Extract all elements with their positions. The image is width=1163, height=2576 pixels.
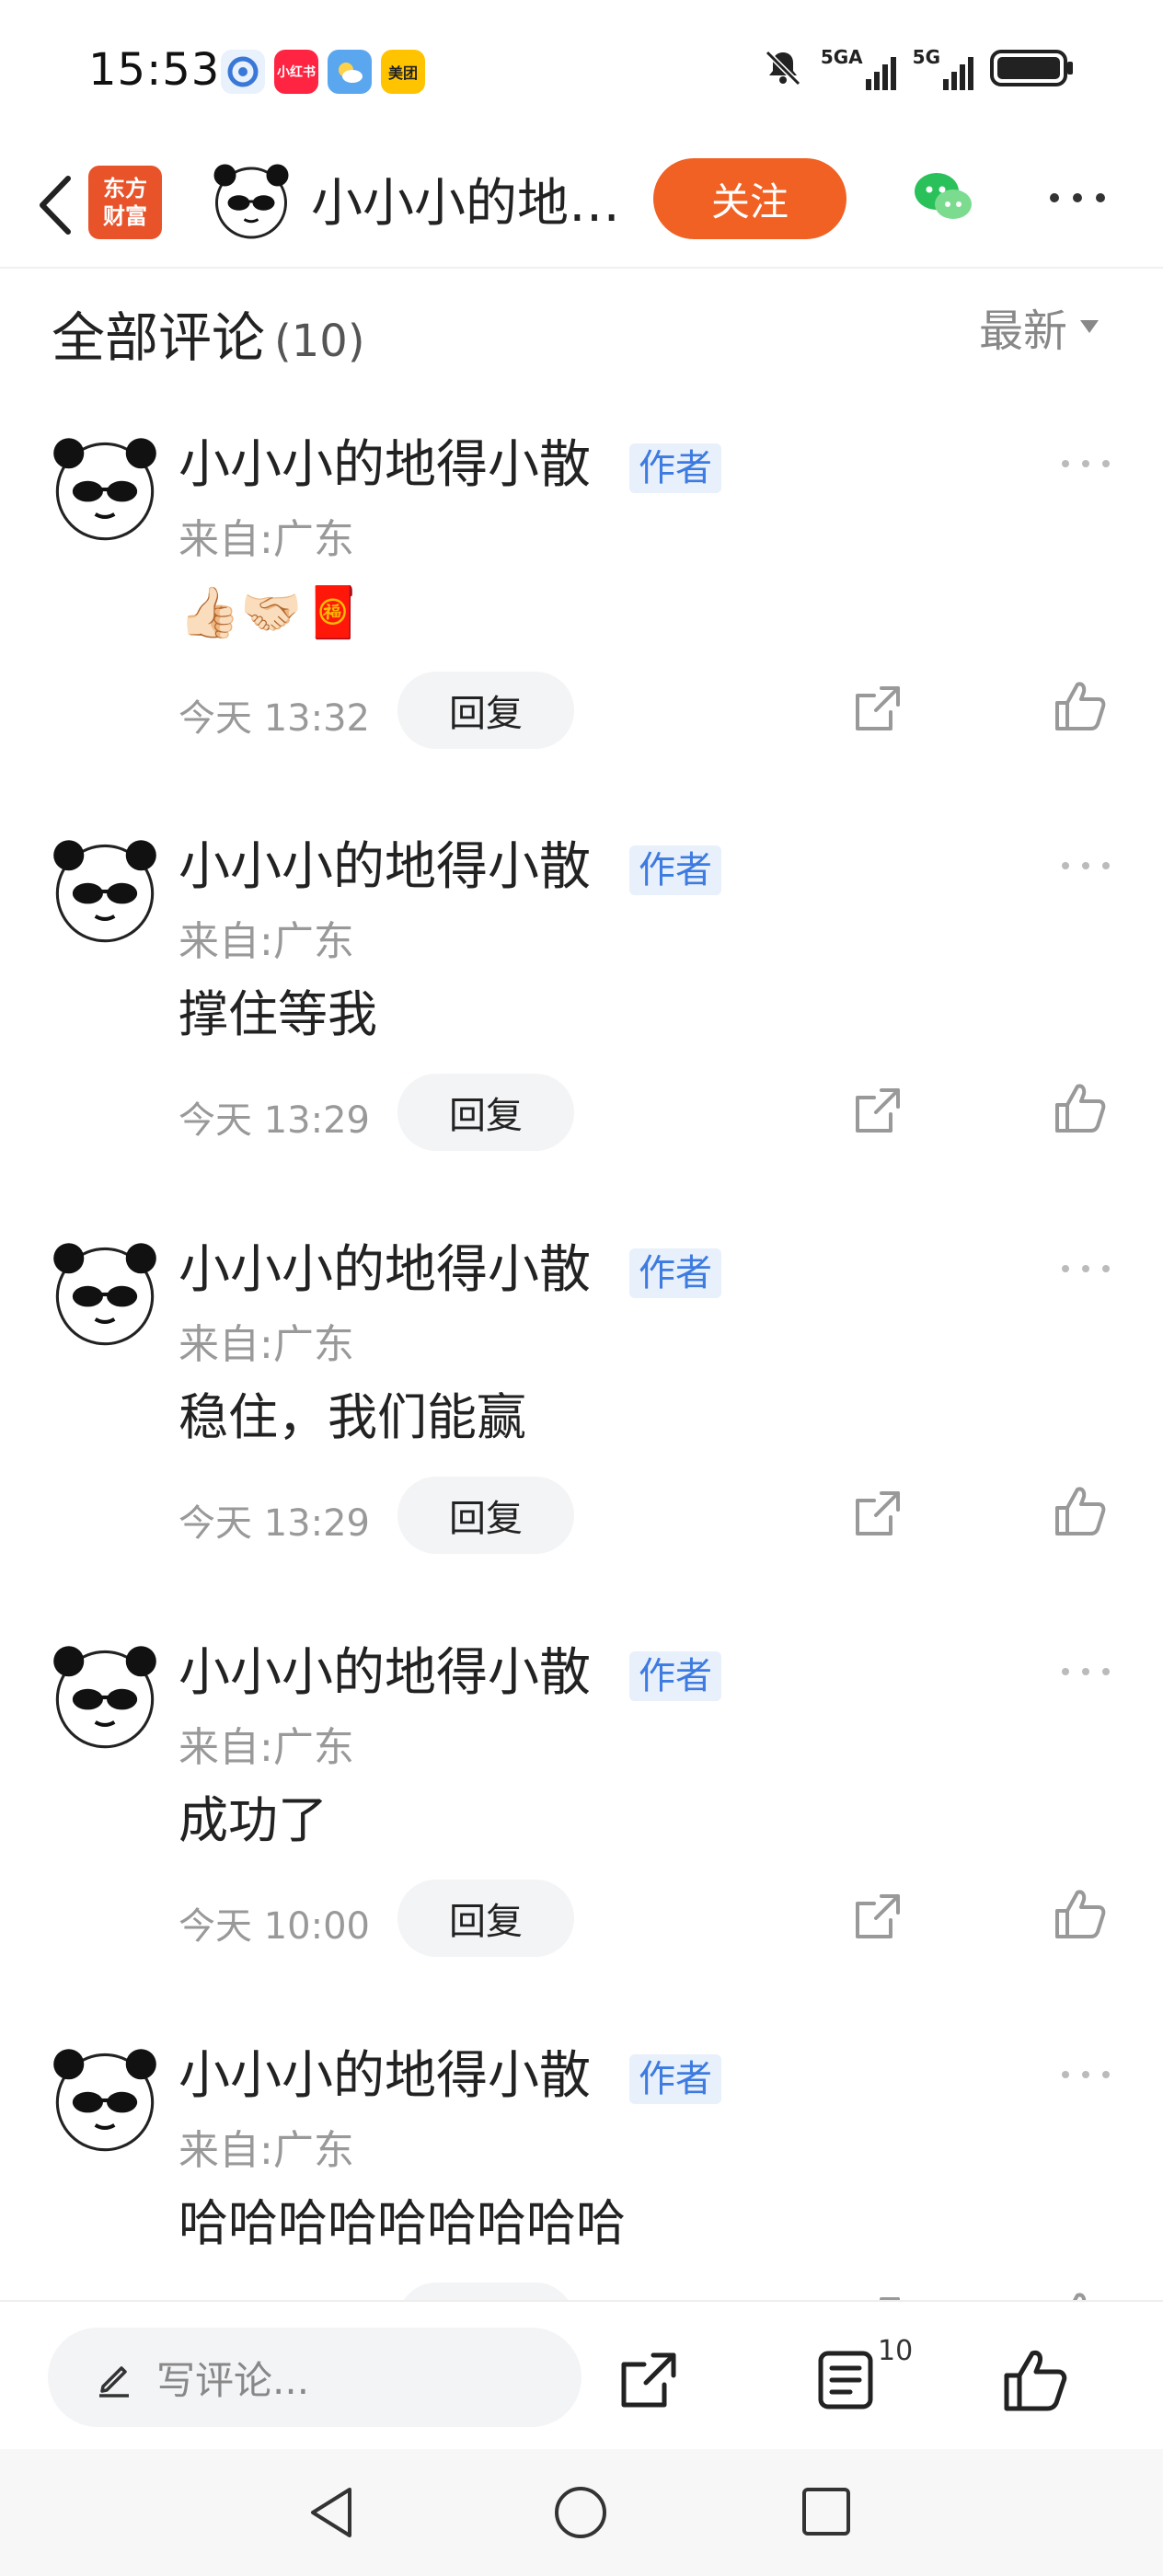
follow-button[interactable]: 关注 — [653, 158, 846, 239]
sort-label: 最新 — [979, 305, 1068, 357]
thumbs-up-icon[interactable] — [1053, 1484, 1108, 1539]
meituan-label: 美团 — [387, 64, 418, 82]
comment-location: 来自:广东 — [178, 516, 354, 563]
comment-time: 今天 13:29 — [178, 1099, 370, 1142]
reply-button[interactable]: 回复 — [397, 1074, 574, 1151]
reply-button[interactable]: 回复 — [397, 672, 574, 749]
share-icon[interactable] — [850, 1486, 905, 1541]
thumbs-up-icon[interactable] — [1053, 679, 1108, 734]
comment-author[interactable]: 小小小的地得小散 — [178, 1640, 591, 1707]
network-label-2: 5G — [912, 46, 940, 68]
mute-icon — [765, 50, 800, 86]
xiaohongshu-label: 小红书 — [277, 65, 316, 80]
network-label-1: 5GA — [820, 46, 863, 68]
meituan-icon: 美团 — [381, 50, 425, 94]
reply-button[interactable]: 回复 — [397, 1477, 574, 1554]
signal-5ga: 5GA — [821, 46, 896, 90]
status-app-icons: 小红书 美团 — [221, 50, 425, 94]
comment-more-icon[interactable] — [1058, 1259, 1113, 1278]
share-icon[interactable] — [850, 1083, 905, 1138]
comment-text: 哈哈哈哈哈哈哈哈哈 — [178, 2194, 626, 2252]
comment-avatar[interactable] — [48, 1237, 162, 1351]
author-badge: 作者 — [629, 1651, 721, 1701]
comments-list-icon[interactable] — [813, 2348, 878, 2412]
comment-avatar[interactable] — [48, 1640, 162, 1754]
comment-time: 今天 10:00 — [178, 1905, 370, 1948]
battery-icon — [990, 50, 1073, 86]
eastmoney-logo[interactable]: 东方 财富 — [88, 166, 162, 239]
comment-count-badge: 10 — [878, 2335, 914, 2367]
status-bar: 15:53 小红书 美团 5GA 5G — [0, 0, 1163, 147]
comment-avatar[interactable] — [48, 2043, 162, 2157]
comment-avatar[interactable] — [48, 834, 162, 949]
triangle-down-icon — [1080, 320, 1100, 333]
comment-time: 今天 13:32 — [178, 697, 370, 740]
share-icon[interactable] — [850, 681, 905, 736]
author-badge: 作者 — [629, 845, 721, 895]
weather-icon — [328, 50, 372, 94]
system-nav-bar — [0, 2449, 1163, 2576]
comment-author[interactable]: 小小小的地得小散 — [178, 432, 591, 499]
section-title-text: 全部评论 — [52, 306, 266, 369]
comment-location: 来自:广东 — [178, 1321, 354, 1368]
comment-more-icon[interactable] — [1058, 2065, 1113, 2084]
share-icon[interactable] — [850, 1889, 905, 1944]
header-username[interactable]: 小小小的地得小散 — [311, 166, 624, 243]
comment-author[interactable]: 小小小的地得小散 — [178, 834, 591, 901]
comment-item: 小小小的地得小散 作者 来自:广东 成功了 今天 10:00 回复 — [0, 1640, 1163, 2042]
comment-more-icon[interactable] — [1058, 857, 1113, 875]
comment-text: 成功了 — [178, 1791, 328, 1849]
thumbs-up-icon[interactable] — [1001, 2346, 1069, 2414]
nav-back-icon[interactable] — [304, 2484, 359, 2541]
comment-text: 撑住等我 — [178, 985, 377, 1043]
user-avatar[interactable] — [210, 160, 293, 243]
comment-item: 小小小的地得小散 作者 来自:广东 👍🏻🤝🏻🧧 今天 13:32 回复 — [0, 432, 1163, 834]
xiaohongshu-icon: 小红书 — [274, 50, 318, 94]
chevron-left-icon — [40, 176, 71, 235]
nav-home-icon[interactable] — [552, 2484, 609, 2541]
pen-icon — [99, 2366, 129, 2398]
comment-input[interactable]: 写评论... — [48, 2328, 582, 2427]
reply-button[interactable]: 回复 — [397, 1880, 574, 1957]
author-badge: 作者 — [629, 2054, 721, 2104]
author-badge: 作者 — [629, 443, 721, 493]
comment-location: 来自:广东 — [178, 2127, 354, 2174]
comment-location: 来自:广东 — [178, 1724, 354, 1771]
comment-author[interactable]: 小小小的地得小散 — [178, 2043, 591, 2110]
comment-item: 小小小的地得小散 作者 来自:广东 撑住等我 今天 13:29 回复 — [0, 834, 1163, 1236]
comment-item: 小小小的地得小散 作者 来自:广东 稳住，我们能赢 今天 13:29 回复 — [0, 1237, 1163, 1639]
comment-text: 👍🏻🤝🏻🧧 — [178, 583, 364, 641]
section-count: (10) — [274, 316, 365, 367]
bottom-action-bar: 写评论... 10 — [0, 2300, 1163, 2449]
comment-input-placeholder: 写评论... — [156, 2357, 310, 2403]
status-indicators: 5GA 5G — [762, 46, 1075, 90]
top-nav: 东方 财富 小小小的地得小散 — [0, 147, 1163, 269]
author-badge: 作者 — [629, 1248, 721, 1298]
share-icon[interactable] — [616, 2348, 681, 2412]
comment-more-icon[interactable] — [1058, 454, 1113, 473]
back-button[interactable] — [22, 164, 88, 247]
thumbs-up-icon[interactable] — [1053, 1887, 1108, 1942]
comments-section-title: 全部评论 (10) — [52, 294, 365, 372]
comment-author[interactable]: 小小小的地得小散 — [178, 1237, 591, 1304]
status-time: 15:53 — [88, 44, 221, 96]
signal-5g: 5G — [913, 46, 973, 90]
comment-location: 来自:广东 — [178, 918, 354, 965]
comment-text: 稳住，我们能赢 — [178, 1388, 526, 1446]
comment-avatar[interactable] — [48, 432, 162, 546]
nav-recent-icon[interactable] — [800, 2486, 852, 2537]
more-icon[interactable] — [1045, 184, 1110, 212]
thumbs-up-icon[interactable] — [1053, 1081, 1108, 1136]
comment-time: 今天 13:29 — [178, 1502, 370, 1545]
app-blue-icon — [221, 50, 265, 94]
wechat-icon[interactable] — [911, 164, 977, 230]
sort-dropdown[interactable]: 最新 — [979, 294, 1100, 359]
brand-line-2: 财富 — [103, 203, 147, 229]
comment-more-icon[interactable] — [1058, 1662, 1113, 1681]
brand-line-1: 东方 — [103, 176, 147, 201]
